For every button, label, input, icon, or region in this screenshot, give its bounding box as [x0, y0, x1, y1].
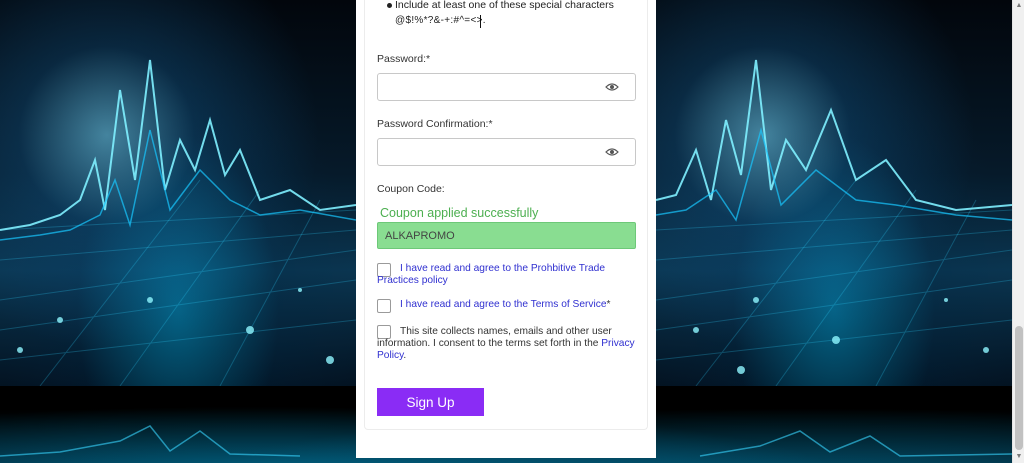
background-image-right	[656, 0, 1012, 386]
password-confirm-label: Password Confirmation:*	[377, 118, 493, 130]
page-scrollbar[interactable]: ▲ ▼	[1012, 0, 1024, 463]
scroll-down-arrow-icon[interactable]: ▼	[1015, 452, 1023, 462]
background-image-left	[0, 0, 356, 386]
coupon-success-message: Coupon applied successfully	[380, 206, 539, 220]
coupon-label: Coupon Code:	[377, 183, 445, 195]
password-confirm-input[interactable]	[377, 138, 636, 166]
eye-icon[interactable]	[605, 82, 619, 92]
special-chars-list: @$!%*?&-+:#^=<>.	[395, 15, 486, 26]
trade-practices-link[interactable]: I have read and agree to the Prohbitive …	[377, 263, 605, 286]
terms-text: I have read and agree to the Terms of Se…	[377, 299, 635, 311]
scrollbar-thumb[interactable]	[1015, 326, 1023, 450]
eye-icon[interactable]	[605, 147, 619, 157]
privacy-period: .	[403, 350, 407, 361]
password-label: Password:*	[377, 53, 431, 65]
required-marker: *	[606, 299, 611, 310]
sign-up-button[interactable]: Sign Up	[377, 388, 484, 416]
password-input[interactable]	[377, 73, 636, 101]
terms-link[interactable]: I have read and agree to the Terms of Se…	[400, 299, 607, 310]
special-chars-rule: Include at least one of these special ch…	[395, 0, 614, 11]
text-caret	[480, 15, 481, 28]
privacy-consent-statement: This site collects names, emails and oth…	[377, 326, 612, 349]
coupon-input[interactable]: ALKAPROMO	[377, 222, 636, 249]
scroll-up-arrow-icon[interactable]: ▲	[1015, 1, 1023, 11]
list-bullet	[387, 3, 392, 8]
trade-practices-text: I have read and agree to the Prohbitive …	[377, 263, 635, 287]
privacy-consent-text: This site collects names, emails and oth…	[377, 326, 635, 362]
